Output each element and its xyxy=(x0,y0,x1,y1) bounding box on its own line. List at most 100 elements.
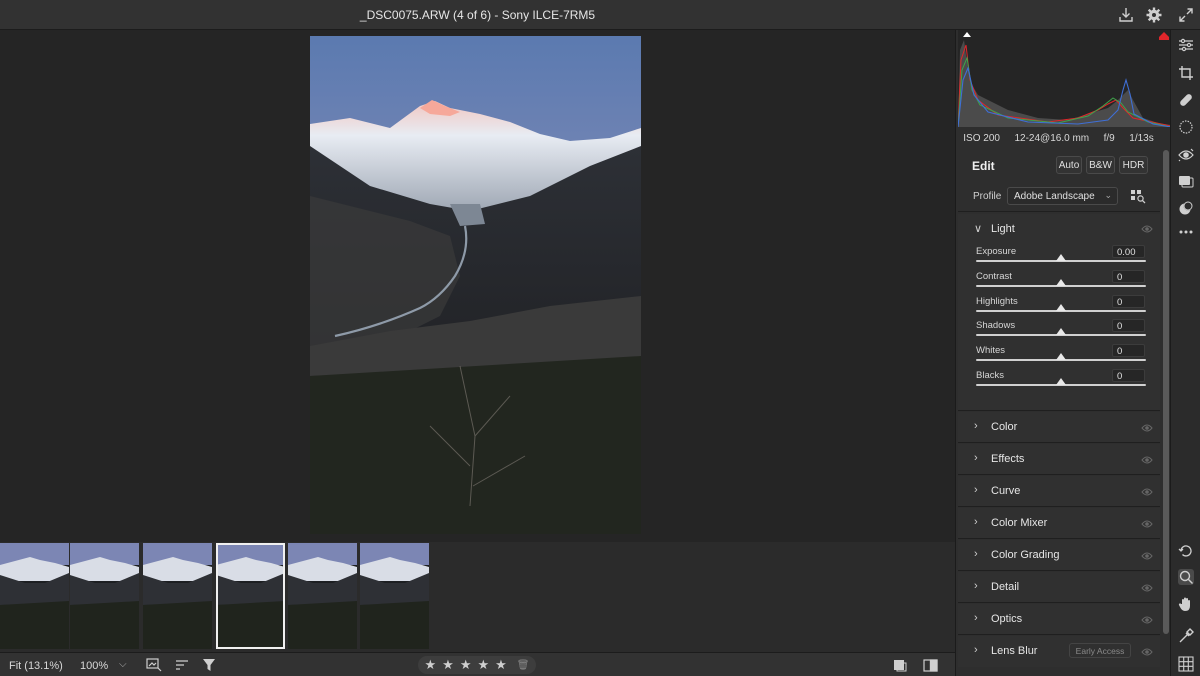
bw-button[interactable]: B&W xyxy=(1086,156,1115,174)
auto-button[interactable]: Auto xyxy=(1056,156,1082,174)
hand-icon[interactable] xyxy=(1178,596,1194,612)
chevron-down-icon[interactable]: ∨ xyxy=(974,222,982,235)
edit-panel: ISO 200 12-24@16.0 mm f/9 1/13s Edit Aut… xyxy=(955,30,1171,676)
chevron-right-icon[interactable]: › xyxy=(974,612,978,624)
trash-icon[interactable]: 🗑 xyxy=(517,660,530,671)
image-canvas[interactable] xyxy=(0,30,955,542)
slider-thumb[interactable] xyxy=(1056,303,1066,311)
eye-icon[interactable] xyxy=(1141,488,1153,496)
expand-icon[interactable] xyxy=(1177,6,1195,24)
eye-icon[interactable] xyxy=(1141,648,1153,656)
presets-icon[interactable] xyxy=(1178,200,1194,216)
eye-icon[interactable] xyxy=(1141,225,1153,233)
section-detail[interactable]: › Detail xyxy=(958,572,1160,603)
sampler-icon[interactable] xyxy=(1178,628,1194,644)
settings-icon[interactable] xyxy=(1145,6,1163,24)
chevron-right-icon[interactable]: › xyxy=(974,420,978,432)
section-color-mixer[interactable]: › Color Mixer xyxy=(958,508,1160,539)
slider-label: Contrast xyxy=(976,270,1012,282)
section-title[interactable]: Detail xyxy=(991,581,1019,593)
filmstrip-thumbnail[interactable] xyxy=(0,543,69,649)
main-photo xyxy=(310,36,641,534)
chevron-right-icon[interactable]: › xyxy=(974,644,978,656)
chevron-right-icon[interactable]: › xyxy=(974,580,978,592)
hdr-button[interactable]: HDR xyxy=(1119,156,1148,174)
chevron-right-icon[interactable]: › xyxy=(974,484,978,496)
snapshots-icon[interactable] xyxy=(1178,173,1194,189)
section-lens-blur[interactable]: › Lens Blur Early Access xyxy=(958,636,1160,667)
more-icon[interactable] xyxy=(1178,224,1194,240)
chevron-right-icon[interactable]: › xyxy=(974,452,978,464)
grid-icon[interactable] xyxy=(1178,656,1194,672)
filmstrip-thumbnail[interactable] xyxy=(70,543,139,649)
section-title[interactable]: Color Mixer xyxy=(991,517,1047,529)
filmstrip-thumbnail[interactable] xyxy=(288,543,357,649)
profile-value: Adobe Landscape xyxy=(1014,191,1095,202)
section-effects[interactable]: › Effects xyxy=(958,444,1160,475)
eye-icon[interactable] xyxy=(1141,616,1153,624)
profile-select[interactable]: Adobe Landscape ⌄ xyxy=(1007,187,1118,205)
eye-icon[interactable] xyxy=(1141,584,1153,592)
slider-label: Exposure xyxy=(976,246,1017,257)
star-icon[interactable]: ★ xyxy=(477,657,489,673)
masking-icon[interactable] xyxy=(1178,119,1194,135)
slider-value-input[interactable]: 0 xyxy=(1112,294,1145,308)
section-color-grading[interactable]: › Color Grading xyxy=(958,540,1160,571)
eye-icon[interactable] xyxy=(1141,456,1153,464)
before-after-icon[interactable] xyxy=(893,659,907,672)
slider-thumb[interactable] xyxy=(1056,254,1066,261)
edit-sliders-icon[interactable] xyxy=(1178,37,1194,53)
rotate-icon[interactable] xyxy=(1178,543,1194,559)
zoom-icon[interactable] xyxy=(1178,569,1194,585)
slider-value-input[interactable]: 0 xyxy=(1112,269,1145,283)
section-title[interactable]: Effects xyxy=(991,453,1024,465)
profile-browser-icon[interactable] xyxy=(1130,188,1146,204)
star-icon[interactable]: ★ xyxy=(442,657,454,673)
slider-value-input[interactable]: 0 xyxy=(1112,319,1145,333)
crop-icon[interactable] xyxy=(1178,65,1194,81)
eye-icon[interactable] xyxy=(1141,520,1153,528)
slider-thumb[interactable] xyxy=(1056,353,1066,361)
filmstrip-thumbnail[interactable] xyxy=(143,543,212,649)
fit-zoom-label[interactable]: Fit (13.1%) xyxy=(9,660,63,672)
zoom-level[interactable]: 100% xyxy=(80,660,108,672)
slider-value-input[interactable]: 0.00 xyxy=(1112,245,1145,258)
slider-value-input[interactable]: 0 xyxy=(1112,369,1145,382)
section-color[interactable]: › Color xyxy=(958,412,1160,443)
filmstrip-thumbnail[interactable] xyxy=(360,543,429,649)
split-view-icon[interactable] xyxy=(923,659,938,672)
section-title[interactable]: Color Grading xyxy=(991,549,1059,561)
slider-value-input[interactable]: 0 xyxy=(1112,344,1145,358)
filmstrip-thumbnail[interactable] xyxy=(216,543,285,649)
histogram[interactable] xyxy=(958,30,1171,127)
sort-icon[interactable] xyxy=(175,659,189,671)
zoom-dropdown-icon[interactable]: ⌵ xyxy=(119,659,127,670)
star-icon[interactable]: ★ xyxy=(425,657,437,673)
exif-aperture: f/9 xyxy=(1103,132,1115,144)
section-curve[interactable]: › Curve xyxy=(958,476,1160,507)
section-title[interactable]: Curve xyxy=(991,485,1020,497)
chevron-right-icon[interactable]: › xyxy=(974,516,978,528)
early-access-badge: Early Access xyxy=(1069,643,1131,658)
red-eye-icon[interactable] xyxy=(1178,147,1194,163)
section-optics[interactable]: › Optics xyxy=(958,604,1160,635)
filter-icon[interactable] xyxy=(202,658,216,672)
section-title-light[interactable]: Light xyxy=(991,223,1015,235)
heal-icon[interactable] xyxy=(1178,92,1194,108)
compare-view-icon[interactable] xyxy=(146,658,162,672)
chevron-right-icon[interactable]: › xyxy=(974,548,978,560)
eye-icon[interactable] xyxy=(1141,424,1153,432)
section-title[interactable]: Color xyxy=(991,421,1017,433)
exif-info: ISO 200 12-24@16.0 mm f/9 1/13s xyxy=(956,128,1161,148)
panel-scrollbar[interactable] xyxy=(1163,150,1169,634)
section-title[interactable]: Lens Blur xyxy=(991,645,1037,657)
slider-thumb[interactable] xyxy=(1056,328,1066,336)
star-rating[interactable]: ★ ★ ★ ★ ★ 🗑 xyxy=(418,656,536,674)
section-title[interactable]: Optics xyxy=(991,613,1022,625)
slider-thumb[interactable] xyxy=(1056,378,1066,385)
star-icon[interactable]: ★ xyxy=(495,657,507,673)
eye-icon[interactable] xyxy=(1141,552,1153,560)
star-icon[interactable]: ★ xyxy=(460,657,472,673)
download-icon[interactable] xyxy=(1117,6,1135,24)
slider-thumb[interactable] xyxy=(1056,278,1066,286)
